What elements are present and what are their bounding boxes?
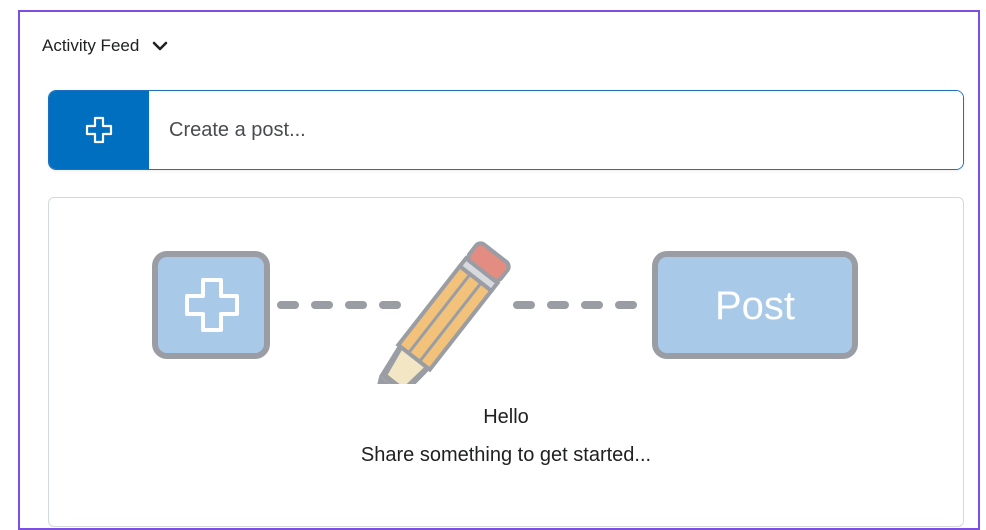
plus-outline-icon	[85, 116, 113, 144]
dashed-connector-right	[513, 301, 637, 309]
create-post-input[interactable]: Create a post...	[149, 91, 963, 169]
create-post-bar[interactable]: Create a post...	[48, 90, 964, 170]
empty-state-card: Post Hello Share something to get starte…	[48, 197, 964, 527]
empty-state-title: Hello	[483, 406, 529, 428]
pencil-icon	[372, 241, 511, 384]
dashed-connector-left	[277, 301, 401, 309]
activity-feed-header[interactable]: Activity Feed	[42, 36, 169, 56]
empty-state-subtitle: Share something to get started...	[360, 444, 652, 466]
chevron-down-icon[interactable]	[151, 37, 169, 55]
create-post-button[interactable]	[49, 91, 149, 169]
post-button-illustration-label: Post	[714, 284, 796, 328]
activity-feed-title: Activity Feed	[42, 36, 140, 55]
plus-outline-icon	[152, 251, 270, 359]
